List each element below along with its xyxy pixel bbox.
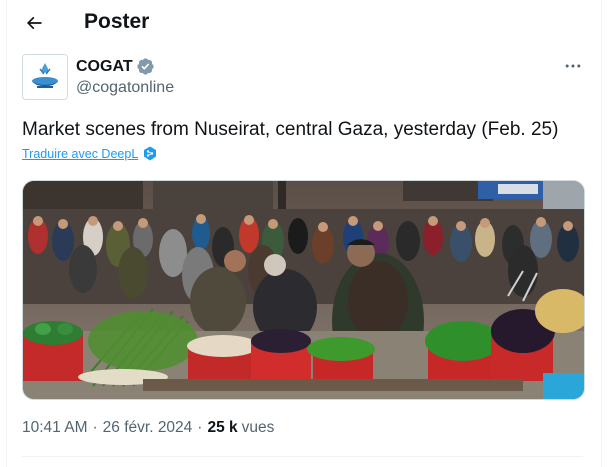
meta-separator: · <box>92 419 98 436</box>
author-display-name[interactable]: COGAT <box>76 58 133 76</box>
translate-link[interactable]: Traduire avec DeepL <box>22 146 157 161</box>
timeline-border-left <box>6 0 7 467</box>
author-handle[interactable]: @cogatonline <box>76 79 174 97</box>
tweet-time[interactable]: 10:41 AM <box>22 419 88 437</box>
translate-label: Traduire avec DeepL <box>22 146 139 161</box>
tweet-date[interactable]: 26 févr. 2024 <box>103 419 193 437</box>
tweet-photo[interactable] <box>22 180 585 400</box>
market-photo <box>23 181 584 399</box>
verified-badge-icon[interactable] <box>136 57 155 76</box>
avatar[interactable] <box>22 54 68 100</box>
more-horizontal-icon <box>565 64 581 68</box>
arrow-left-icon <box>26 16 42 30</box>
page-header: Poster <box>0 0 609 46</box>
views-label: vues <box>241 419 275 436</box>
page-title: Poster <box>84 10 150 33</box>
meta-separator-2: · <box>197 419 203 436</box>
more-options-button[interactable] <box>560 56 586 76</box>
divider <box>22 456 583 457</box>
views-count: 25 k <box>207 419 238 436</box>
deepl-icon <box>144 146 157 161</box>
tweet-meta: 10:41 AM · 26 févr. 2024 · 25 k vues <box>22 419 274 437</box>
cogat-logo-icon <box>23 55 67 99</box>
back-button[interactable] <box>20 9 48 37</box>
author-name-row: COGAT <box>76 57 155 76</box>
timeline-border-right <box>601 0 602 467</box>
tweet-text: Market scenes from Nuseirat, central Gaz… <box>22 119 559 140</box>
